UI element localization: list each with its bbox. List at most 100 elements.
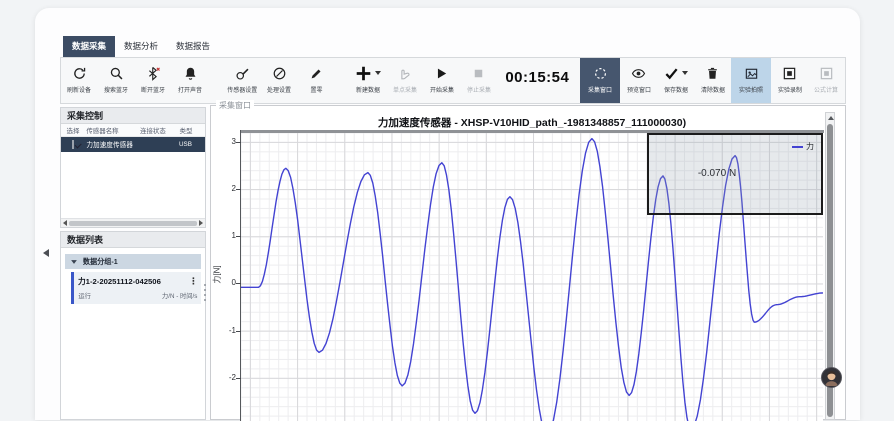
y-tick-label: 2 <box>219 184 236 193</box>
bluetooth-disconnect-icon <box>146 65 161 81</box>
marker-pen-icon <box>309 65 324 81</box>
start-capture-button[interactable]: 开始采集 <box>423 58 460 103</box>
sensor-type: USB <box>179 141 201 148</box>
toolbar-label: 断开蓝牙 <box>141 84 165 93</box>
tab-data-report[interactable]: 数据报告 <box>167 36 219 57</box>
stop-capture-button[interactable]: 停止采集 <box>460 58 497 103</box>
column-connection-status: 连接状态 <box>140 125 178 135</box>
column-type: 类型 <box>180 125 201 135</box>
tab-data-collection[interactable]: 数据采集 <box>63 36 115 57</box>
play-icon <box>434 65 449 81</box>
capture-timer: 00:15:54 <box>505 69 569 86</box>
toolbar-label: 停止采集 <box>467 84 491 93</box>
data-list-panel: 数据列表 数据分组-1 力1-2-20251112-042506 ⋮ 运行 力/… <box>60 231 206 420</box>
formula-frame-icon <box>819 65 834 81</box>
dashed-circle-icon <box>593 65 608 81</box>
sensor-checkbox[interactable] <box>72 140 74 149</box>
data-group-label: 数据分组-1 <box>83 256 118 266</box>
save-data-button[interactable]: 保存数据 <box>657 58 694 103</box>
check-icon <box>664 65 688 81</box>
tab-data-analysis[interactable]: 数据分析 <box>115 36 167 57</box>
stop-icon <box>471 65 486 81</box>
dropdown-caret-icon[interactable] <box>682 71 688 75</box>
eye-icon <box>631 65 646 81</box>
legend-swatch <box>792 146 803 148</box>
new-data-button[interactable]: 新建数据 <box>350 58 387 103</box>
toolbar-label: 单点采集 <box>393 84 417 93</box>
preview-window-button[interactable]: 预览窗口 <box>620 58 657 103</box>
bell-icon <box>183 65 198 81</box>
item-menu-icon[interactable]: ⋮ <box>189 276 198 287</box>
column-sensor-name: 传感器名称 <box>86 125 137 135</box>
sensor-table-header: 选择 传感器名称 连接状态 类型 <box>61 124 205 137</box>
data-list-item[interactable]: 力1-2-20251112-042506 ⋮ 运行 力/N - 时间/s <box>71 272 201 304</box>
data-group-header[interactable]: 数据分组-1 <box>65 254 201 269</box>
toolbar-label: 新建数据 <box>356 84 380 93</box>
sensor-settings-icon <box>235 65 250 81</box>
sensor-name: 力加速度传感器 <box>86 140 137 150</box>
sensor-settings-button[interactable]: 传感器设置 <box>224 58 261 103</box>
chart-selection-box[interactable]: 力 -0.070 N <box>647 133 823 215</box>
capture-window-button[interactable]: 采集窗口 <box>580 58 620 103</box>
sidebar-collapse-icon[interactable] <box>43 249 49 257</box>
scroll-right-icon[interactable] <box>199 220 203 226</box>
y-tick-label: 3 <box>219 137 236 146</box>
toolbar-label: 实验拍照 <box>739 84 763 93</box>
plus-icon <box>355 65 381 81</box>
formula-calc-button[interactable]: 公式计算 <box>808 58 845 103</box>
data-item-axes: 力/N - 时间/s <box>162 290 198 300</box>
force-value-annotation: -0.070 N <box>649 168 785 179</box>
photo-icon <box>744 65 759 81</box>
avatar-face-icon <box>822 368 841 387</box>
dropdown-caret-icon[interactable] <box>375 71 381 75</box>
trash-icon <box>705 65 720 81</box>
chart-title: 力加速度传感器 - XHSP-V10HID_path_-1981348857_1… <box>241 115 823 130</box>
toolbar-label: 公式计算 <box>814 84 838 93</box>
toolbar-label: 置零 <box>310 84 322 93</box>
main-tab-bar: 数据采集 数据分析 数据报告 <box>63 36 219 57</box>
data-item-name: 力1-2-20251112-042506 <box>78 276 161 287</box>
data-list-title: 数据列表 <box>61 232 205 248</box>
search-icon <box>109 65 124 81</box>
scroll-up-icon[interactable] <box>828 116 834 120</box>
sensor-table-row[interactable]: 力加速度传感器 USB <box>61 137 205 152</box>
toolbar-label: 搜索蓝牙 <box>104 84 128 93</box>
toolbar-label: 采集窗口 <box>588 84 612 93</box>
experiment-photo-button[interactable]: 实验拍照 <box>731 58 771 103</box>
y-tick-label: 1 <box>219 231 236 240</box>
expand-triangle-icon[interactable] <box>71 260 77 264</box>
column-select: 选择 <box>62 125 85 135</box>
hand-point-icon <box>397 65 412 81</box>
scrollbar-thumb[interactable] <box>69 221 197 226</box>
y-tick-label: -1 <box>219 326 236 335</box>
panel-splitter-handle[interactable] <box>202 284 207 306</box>
y-axis-label: 力[N] <box>212 255 223 295</box>
y-tick-label: -2 <box>219 373 236 382</box>
circle-slash-icon <box>272 65 287 81</box>
toolbar-label: 开始采集 <box>430 84 454 93</box>
scroll-left-icon[interactable] <box>63 220 67 226</box>
toolbar-label: 清除数据 <box>701 84 725 93</box>
toolbar-label: 实验录制 <box>778 84 802 93</box>
data-item-status: 运行 <box>78 290 91 300</box>
toolbar-label: 保存数据 <box>664 84 688 93</box>
toolbar-label: 传感器设置 <box>227 84 257 93</box>
single-point-capture-button[interactable]: 单点采集 <box>387 58 424 103</box>
sound-on-button[interactable]: 打开声音 <box>172 58 209 103</box>
toolbar-label: 预览窗口 <box>627 84 651 93</box>
chart-legend: 力 <box>792 141 814 152</box>
assistant-avatar-button[interactable] <box>821 367 842 388</box>
disconnect-bluetooth-button[interactable]: 断开蓝牙 <box>135 58 172 103</box>
horizontal-scrollbar[interactable] <box>61 218 205 227</box>
process-settings-button[interactable]: 处理设置 <box>261 58 298 103</box>
clear-data-button[interactable]: 清除数据 <box>694 58 731 103</box>
toolbar-label: 处理设置 <box>267 84 291 93</box>
refresh-device-button[interactable]: 刷新设备 <box>61 58 98 103</box>
record-frame-icon <box>782 65 797 81</box>
zero-tare-button[interactable]: 置零 <box>298 58 335 103</box>
toolbar-label: 打开声音 <box>178 84 202 93</box>
collection-control-title: 采集控制 <box>61 108 205 124</box>
experiment-record-button[interactable]: 实验录制 <box>771 58 808 103</box>
legend-label: 力 <box>806 141 814 152</box>
search-bluetooth-button[interactable]: 搜索蓝牙 <box>98 58 135 103</box>
